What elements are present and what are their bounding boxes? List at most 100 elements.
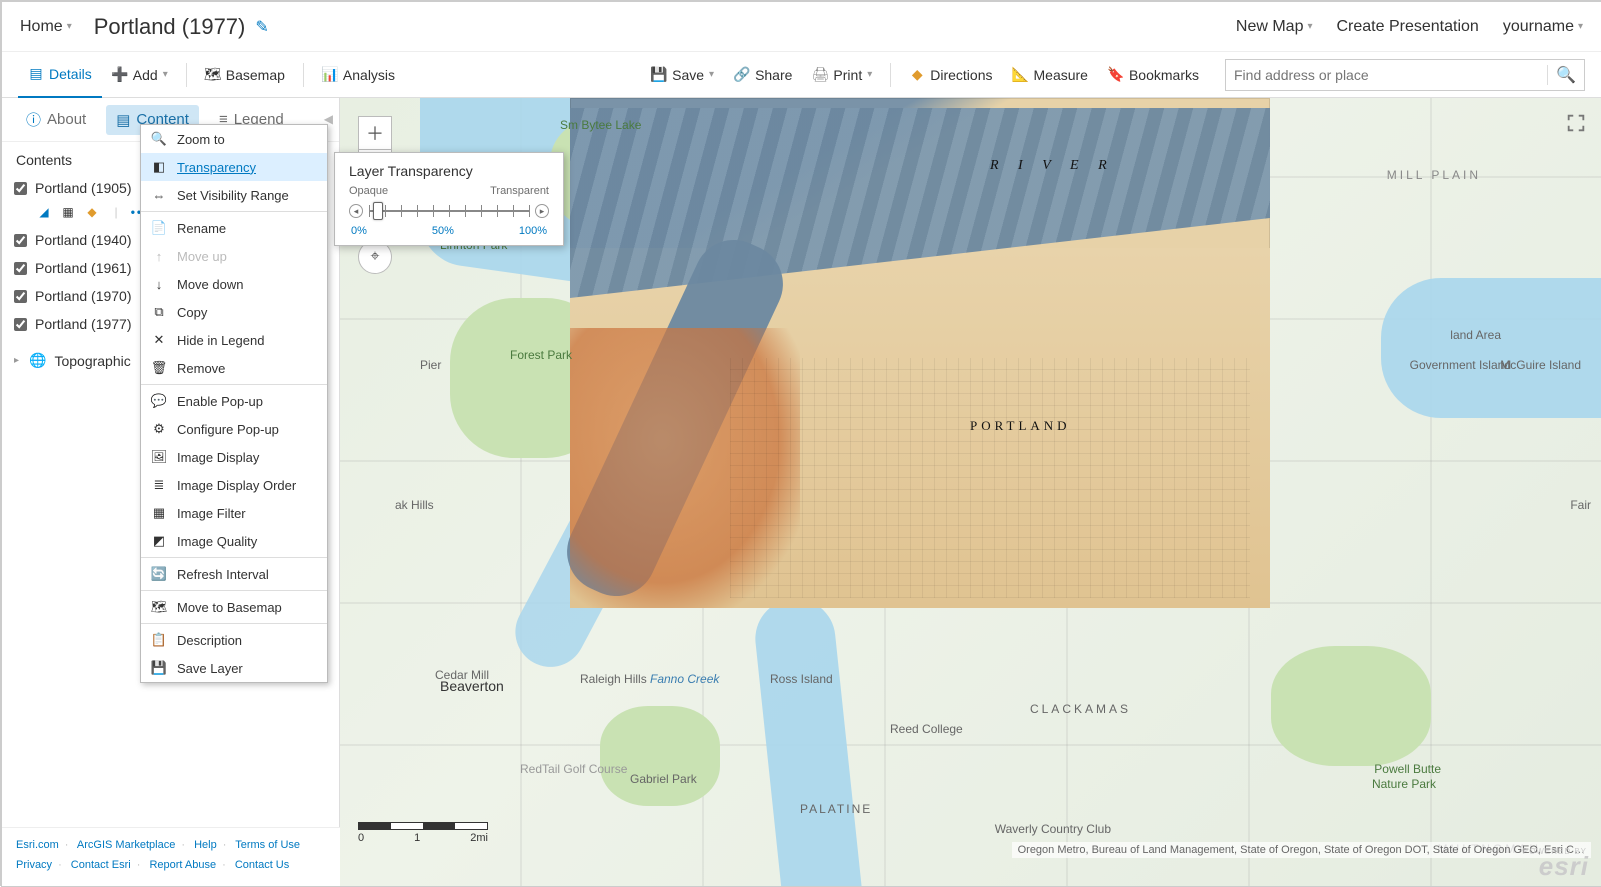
analysis-button[interactable]: 📊 Analysis xyxy=(312,60,405,90)
expand-caret-icon[interactable]: ▸ xyxy=(14,355,19,366)
configpopup-icon: ⚙ xyxy=(151,421,167,437)
create-presentation-link[interactable]: Create Presentation xyxy=(1337,18,1479,36)
new-map-label: New Map xyxy=(1236,18,1304,36)
menu-item-label: Remove xyxy=(177,361,225,376)
user-menu[interactable]: yourname ▾ xyxy=(1503,18,1583,36)
layer-checkbox[interactable] xyxy=(14,182,27,195)
slider-track[interactable] xyxy=(369,201,529,221)
add-button[interactable]: ➕ Add ▾ xyxy=(102,60,178,90)
menu-item-description[interactable]: 📋Description xyxy=(141,626,327,654)
menu-item-label: Move to Basemap xyxy=(177,600,282,615)
menu-separator xyxy=(141,557,327,558)
layer-checkbox[interactable] xyxy=(14,234,27,247)
directions-button[interactable]: ◆ Directions xyxy=(899,60,1002,90)
map-text-label: Sm Bytee Lake xyxy=(560,118,641,132)
footer-link[interactable]: Terms of Use xyxy=(235,839,300,851)
menu-item-remove[interactable]: 🗑Remove xyxy=(141,354,327,382)
layer-label: Portland (1970) xyxy=(35,288,132,304)
menu-item-movedown[interactable]: ↓Move down xyxy=(141,270,327,298)
map-text-label: Government Island xyxy=(1410,358,1511,372)
slider-handle[interactable] xyxy=(373,202,383,220)
zoom-in-button[interactable]: ＋ xyxy=(358,116,392,150)
username-label: yourname xyxy=(1503,18,1574,36)
bookmarks-button[interactable]: 🔖 Bookmarks xyxy=(1098,60,1209,90)
menu-item-imgorder[interactable]: ≣Image Display Order xyxy=(141,471,327,499)
layer-checkbox[interactable] xyxy=(14,318,27,331)
menu-item-imgquality[interactable]: ◩Image Quality xyxy=(141,527,327,555)
menu-item-label: Save Layer xyxy=(177,661,243,676)
analysis-label: Analysis xyxy=(343,67,395,83)
menu-item-copy[interactable]: ⧉Copy xyxy=(141,298,327,326)
edit-title-icon[interactable]: ✎ xyxy=(255,17,268,37)
visibility-icon: ⇔ xyxy=(151,187,167,203)
tab-about[interactable]: ⓘ About xyxy=(16,103,96,136)
chevron-down-icon: ▾ xyxy=(1578,21,1583,32)
save-button[interactable]: 💾 Save ▾ xyxy=(641,60,724,90)
footer-link[interactable]: Contact Us xyxy=(235,859,289,871)
bookmarks-icon: 🔖 xyxy=(1108,67,1124,83)
pct-label: 0% xyxy=(351,225,367,237)
details-label: Details xyxy=(49,66,92,82)
print-button[interactable]: 🖨 Print ▾ xyxy=(802,60,882,90)
search-box[interactable]: 🔍 xyxy=(1225,59,1585,91)
menu-item-imgfilter[interactable]: ▦Image Filter xyxy=(141,499,327,527)
map-river xyxy=(1381,278,1601,418)
search-input[interactable] xyxy=(1234,67,1547,83)
footer-link[interactable]: Report Abuse xyxy=(149,859,216,871)
layer-checkbox[interactable] xyxy=(14,290,27,303)
chevron-down-icon: ▾ xyxy=(867,69,872,80)
fullscreen-button[interactable] xyxy=(1565,112,1587,134)
menu-item-zoom[interactable]: 🔍Zoom to xyxy=(141,125,327,153)
menu-item-movebasemap[interactable]: 🗺Move to Basemap xyxy=(141,593,327,621)
menu-item-label: Rename xyxy=(177,221,226,236)
print-icon: 🖨 xyxy=(812,67,828,83)
zoom-icon: 🔍 xyxy=(151,131,167,147)
savelayer-icon: 💾 xyxy=(151,660,167,676)
footer-link[interactable]: ArcGIS Marketplace xyxy=(77,839,175,851)
menu-separator xyxy=(141,623,327,624)
basemap-icon: 🗺 xyxy=(205,67,221,83)
menu-item-rename[interactable]: 📄Rename xyxy=(141,214,327,242)
menu-item-transparency[interactable]: ◧Transparency xyxy=(141,153,327,181)
details-icon: ▤ xyxy=(28,66,44,82)
measure-button[interactable]: 📐 Measure xyxy=(1003,60,1098,90)
slider-decrease-button[interactable]: ◂ xyxy=(349,204,363,218)
footer-link[interactable]: Contact Esri xyxy=(71,859,131,871)
share-button[interactable]: 🔗 Share xyxy=(724,60,802,90)
transparency-slider[interactable]: ◂ ▸ xyxy=(349,201,549,221)
layer-label: Portland (1961) xyxy=(35,260,132,276)
menu-item-savelayer[interactable]: 💾 Save Layer xyxy=(141,654,327,682)
menu-item-refresh[interactable]: 🔄Refresh Interval xyxy=(141,560,327,588)
map-text-label: McGuire Island xyxy=(1500,358,1581,372)
map-text-label: Raleigh Hills xyxy=(580,672,647,686)
imgdisplay-icon: 🖼 xyxy=(151,449,167,465)
footer-link[interactable]: Esri.com xyxy=(16,839,59,851)
layer-checkbox[interactable] xyxy=(14,262,27,275)
hist-city-label: PORTLAND xyxy=(970,418,1071,434)
basemap-button[interactable]: 🗺 Basemap xyxy=(195,60,295,90)
globe-icon: 🌐 xyxy=(29,352,46,369)
menu-item-label: Copy xyxy=(177,305,207,320)
home-menu[interactable]: Home ▾ xyxy=(20,18,72,36)
footer-link[interactable]: Privacy xyxy=(16,859,52,871)
details-button[interactable]: ▤ Details xyxy=(18,52,102,98)
menu-item-enablepopup[interactable]: 💬Enable Pop-up xyxy=(141,387,327,415)
directions-icon: ◆ xyxy=(909,67,925,83)
layer-style-icon[interactable]: ◆ xyxy=(84,204,100,220)
footer-link[interactable]: Help xyxy=(194,839,217,851)
new-map-menu[interactable]: New Map ▾ xyxy=(1236,18,1313,36)
transparency-title: Layer Transparency xyxy=(349,163,549,179)
layer-table-icon[interactable]: ▦ xyxy=(60,204,76,220)
menu-item-hidelegend[interactable]: ✕Hide in Legend xyxy=(141,326,327,354)
analysis-icon: 📊 xyxy=(322,67,338,83)
menu-item-visibility[interactable]: ⇔Set Visibility Range xyxy=(141,181,327,209)
map-text-label: PALATINE xyxy=(800,802,872,816)
info-icon: ⓘ xyxy=(26,109,41,130)
layer-legend-icon[interactable]: ◢ xyxy=(36,204,52,220)
layer-context-menu: 🔍Zoom to◧Transparency⇔Set Visibility Ran… xyxy=(140,124,328,683)
search-icon[interactable]: 🔍 xyxy=(1547,65,1576,85)
menu-item-imgdisplay[interactable]: 🖼Image Display xyxy=(141,443,327,471)
menu-separator xyxy=(141,211,327,212)
slider-increase-button[interactable]: ▸ xyxy=(535,204,549,218)
menu-item-configpopup[interactable]: ⚙Configure Pop-up xyxy=(141,415,327,443)
